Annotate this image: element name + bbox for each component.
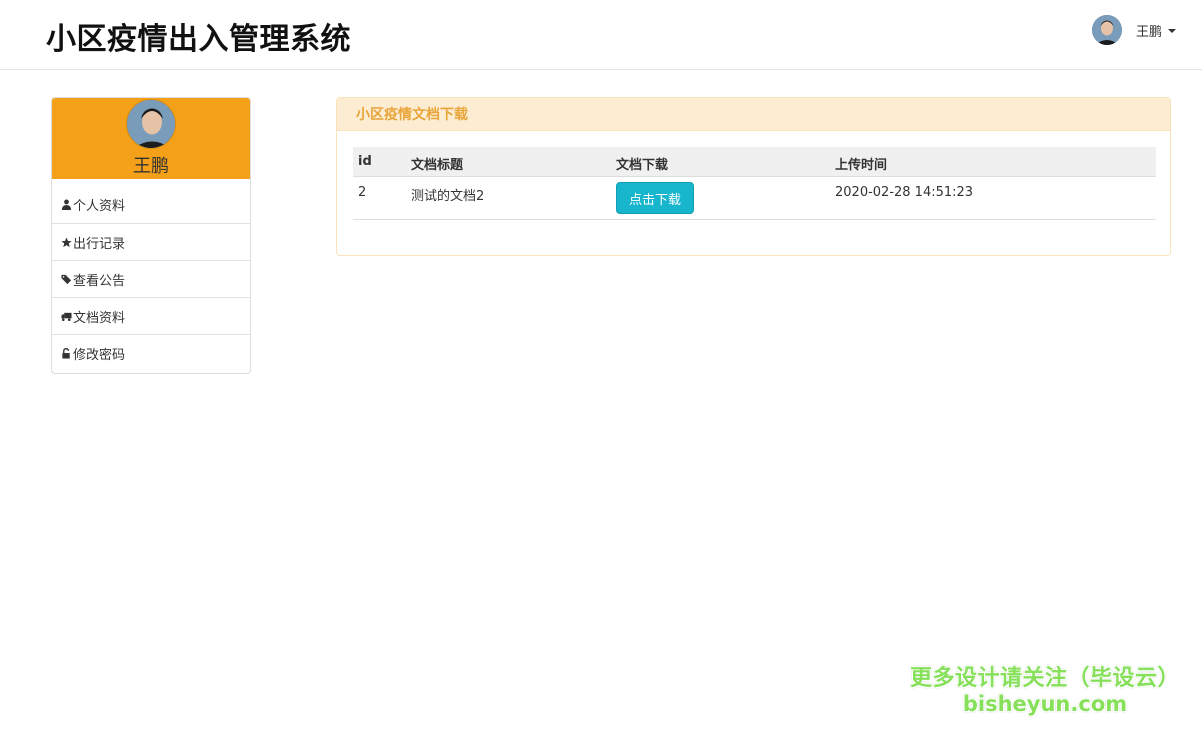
user-name[interactable]: 王鹏 — [1136, 21, 1162, 40]
sidebar-item-documents[interactable]: 文档资料 — [52, 297, 250, 334]
table-header: id 文档标题 文档下载 上传时间 — [353, 147, 1156, 177]
user-menu-dropdown[interactable]: 王鹏 — [1091, 14, 1176, 46]
sidebar-item-label: 修改密码 — [73, 347, 126, 363]
profile-header: 王鹏 — [52, 98, 250, 179]
table-row: 2 测试的文档2 点击下载 2020-02-28 14:51:23 — [353, 177, 1156, 220]
avatar[interactable] — [1091, 15, 1122, 45]
sidebar-item-change-password[interactable]: 修改密码 — [52, 334, 250, 371]
unlock-icon — [62, 347, 70, 359]
profile-avatar — [126, 99, 176, 149]
user-icon — [61, 199, 72, 210]
star-icon — [61, 236, 72, 247]
sidebar-item-travel-records[interactable]: 出行记录 — [52, 223, 250, 260]
sidebar-item-announcements[interactable]: 查看公告 — [52, 260, 250, 297]
documents-table: id 文档标题 文档下载 上传时间 2 测试的文档2 点击下载 2020-02-… — [353, 147, 1156, 220]
cell-title: 测试的文档2 — [411, 189, 485, 204]
sidebar-item-profile[interactable]: 个人资料 — [52, 179, 250, 223]
truck-icon — [61, 312, 72, 321]
cell-id: 2 — [358, 185, 367, 200]
sidebar-item-label: 出行记录 — [73, 236, 126, 252]
chevron-down-icon[interactable] — [1168, 29, 1176, 33]
tags-icon — [61, 274, 72, 284]
app-title: 小区疫情出入管理系统 — [46, 22, 351, 57]
cell-upload-time: 2020-02-28 14:51:23 — [835, 185, 974, 200]
panel-title: 小区疫情文档下载 — [337, 98, 1170, 131]
profile-card: 王鹏 个人资料 出行记录 查看公告 文档资料 修改密码 — [51, 97, 251, 374]
watermark-text: 更多设计请关注（毕设云） — [909, 666, 1180, 691]
column-header-title: 文档标题 — [411, 158, 464, 173]
column-header-upload-time: 上传时间 — [835, 158, 888, 173]
column-header-id: id — [358, 154, 372, 169]
documents-panel: 小区疫情文档下载 id 文档标题 文档下载 上传时间 2 测试的文档2 点击下载… — [336, 97, 1171, 256]
sidebar-item-label: 个人资料 — [73, 198, 126, 214]
top-navbar: 小区疫情出入管理系统 王鹏 — [0, 0, 1202, 70]
sidebar-item-label: 文档资料 — [73, 310, 126, 326]
watermark: 更多设计请关注（毕设云） bisheyun.com — [900, 660, 1190, 716]
sidebar-item-label: 查看公告 — [73, 273, 126, 289]
download-button[interactable]: 点击下载 — [616, 182, 694, 214]
profile-name: 王鹏 — [133, 156, 169, 177]
watermark-url: bisheyun.com — [962, 692, 1128, 716]
column-header-download: 文档下载 — [616, 158, 669, 173]
